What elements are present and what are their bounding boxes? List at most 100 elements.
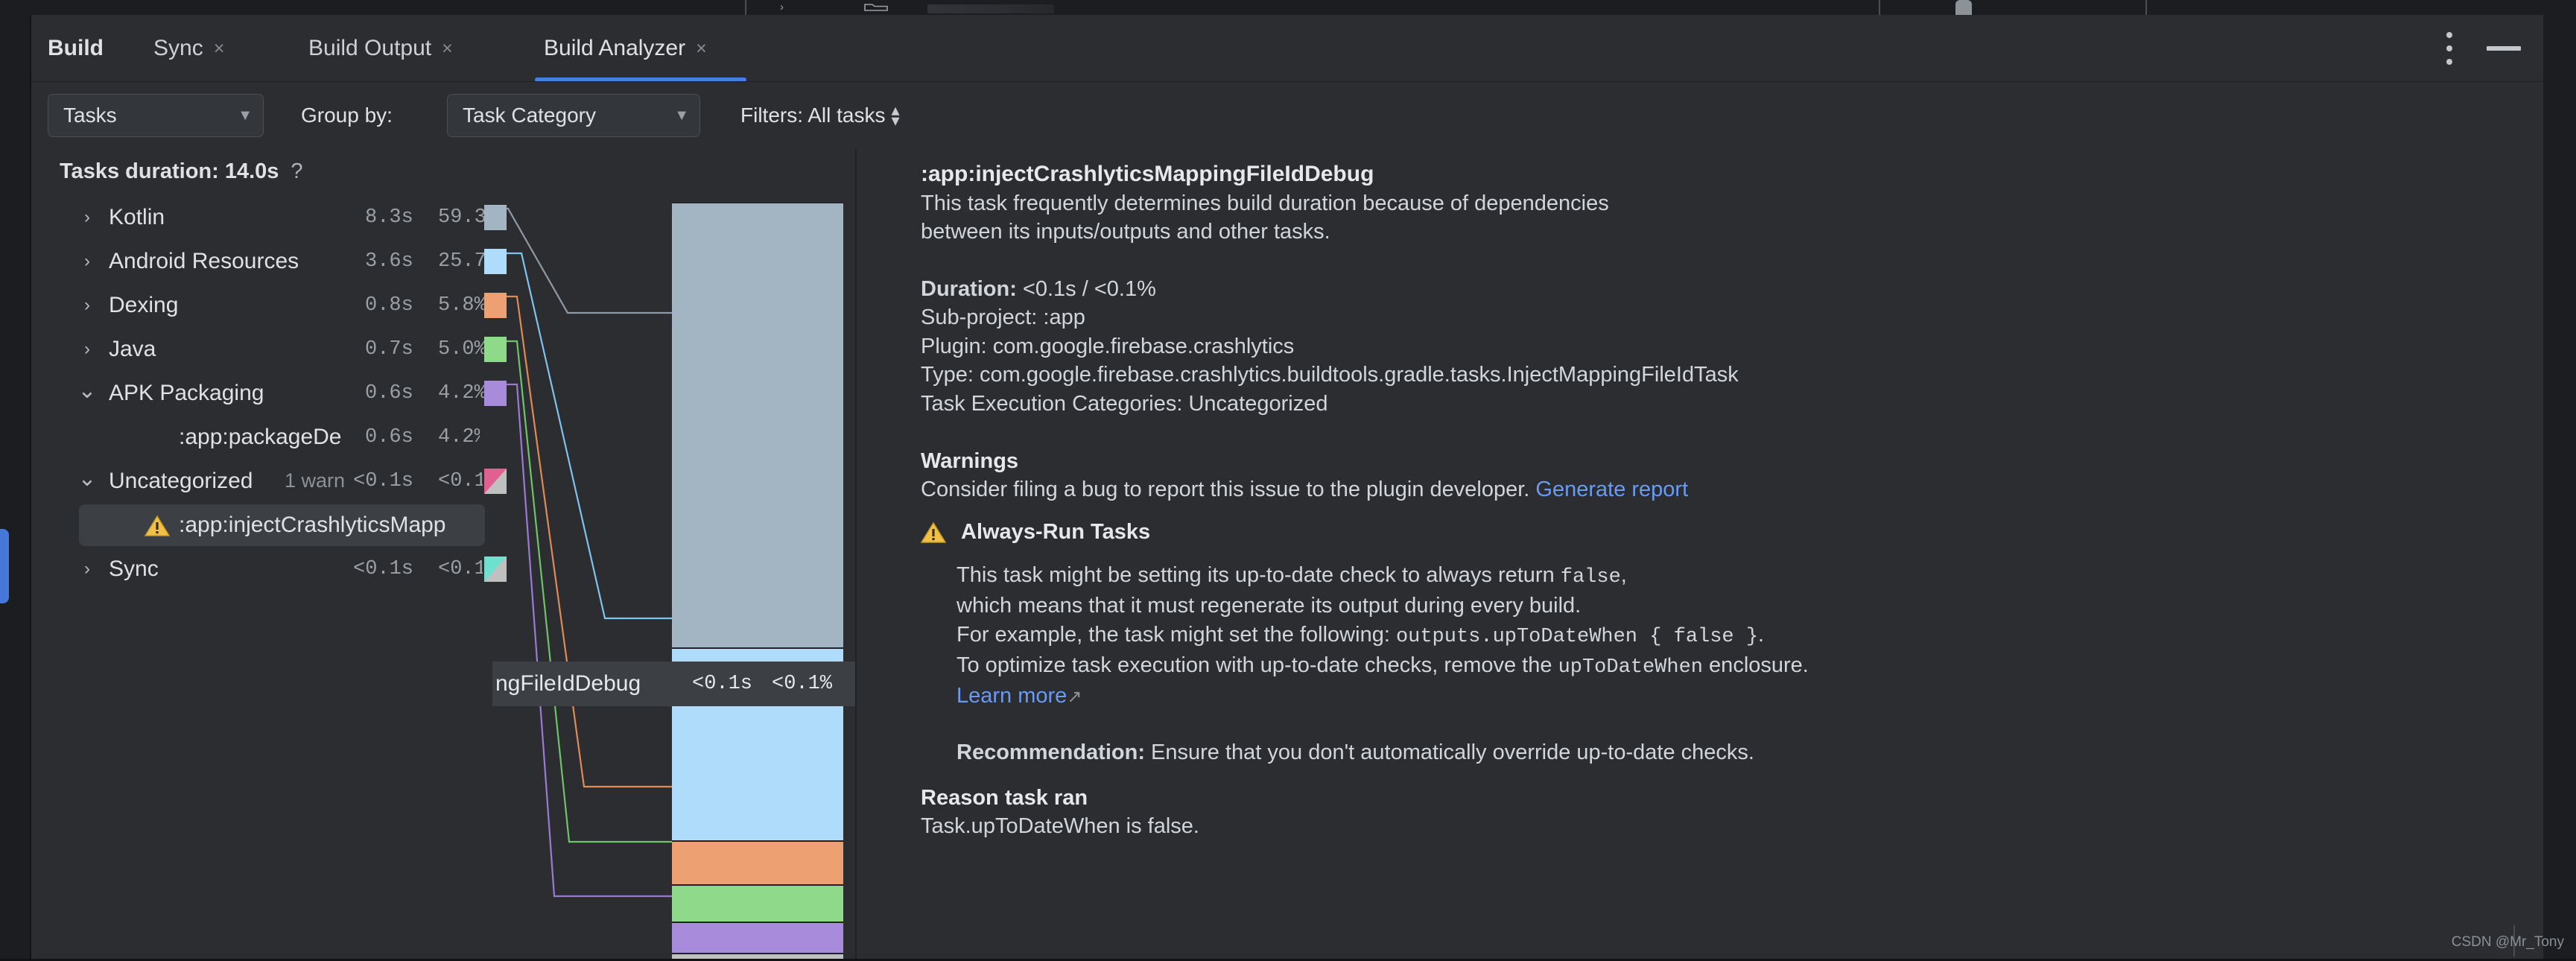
tree-row-sync[interactable]: › Sync <0.1s <0.1% bbox=[31, 547, 855, 591]
filters-dropdown[interactable]: Filters: All tasks ▴ ▾ bbox=[740, 104, 900, 127]
folder-icon bbox=[864, 3, 889, 12]
tree-row-label: Java bbox=[109, 337, 156, 362]
help-icon[interactable]: ? bbox=[291, 159, 302, 184]
tree-row-duration: 3.6s bbox=[365, 250, 413, 273]
warning-body-line3-a: For example, the task might set the foll… bbox=[957, 623, 1396, 647]
chevron-right-icon[interactable]: › bbox=[77, 340, 97, 358]
task-details-panel: :app:injectCrashlyticsMappingFileIdDebug… bbox=[857, 149, 2543, 961]
tab-build[interactable]: Build bbox=[48, 15, 104, 82]
view-select[interactable]: Tasks ▼ bbox=[48, 94, 264, 137]
filters-label: Filters: All tasks bbox=[740, 104, 885, 127]
tree-row-uncategorized[interactable]: ⌄ Uncategorized 1 warn <0.1s <0.1% bbox=[31, 459, 855, 503]
tasks-duration-text: Tasks duration: 14.0s bbox=[60, 159, 279, 184]
reason-task-ran-text: Task.upToDateWhen is false. bbox=[921, 812, 2493, 841]
sort-updown-icon: ▴ ▾ bbox=[891, 105, 899, 125]
minimize-icon[interactable] bbox=[2487, 46, 2521, 51]
tree-row-apk-packaging[interactable]: ⌄ APK Packaging 0.6s 4.2% bbox=[31, 371, 855, 415]
tree-row-inject-crashlytics-mapping[interactable]: :app:injectCrashlyticsMapp bbox=[31, 503, 855, 547]
content-split: Tasks duration: 14.0s ? bbox=[31, 149, 2543, 961]
warning-body-line4-code: upToDateWhen bbox=[1558, 656, 1703, 679]
tree-row-percent: 4.2% bbox=[438, 382, 486, 405]
warning-body-line4: To optimize task execution with up-to-da… bbox=[957, 651, 2493, 682]
always-run-tasks-warning: Always-Run Tasks bbox=[921, 520, 2493, 545]
chevron-down-icon[interactable]: ⌄ bbox=[77, 380, 97, 402]
group-by-label: Group by: bbox=[301, 104, 393, 127]
warning-body-line1-code: false bbox=[1561, 566, 1621, 589]
warnings-text: Consider filing a bug to report this iss… bbox=[921, 478, 1529, 501]
chevron-right-icon: › bbox=[780, 1, 792, 13]
partial-swatch-icon bbox=[484, 556, 507, 582]
build-analyzer-window: › Build Sync × Build Output × bbox=[0, 0, 2576, 961]
tree-row-app-package-debug[interactable]: :app:packageDe 0.6s 4.2% bbox=[31, 415, 855, 459]
chevron-down-icon[interactable]: ⌄ bbox=[77, 468, 97, 490]
tree-row-dexing[interactable]: › Dexing 0.8s 5.8% bbox=[31, 283, 855, 327]
recommendation-label: Recommendation: bbox=[957, 740, 1145, 764]
tree-row-percent: <0.1% bbox=[438, 558, 483, 580]
color-swatch bbox=[484, 293, 507, 318]
tasks-duration-header: Tasks duration: 14.0s ? bbox=[60, 159, 303, 184]
tree-row-kotlin[interactable]: › Kotlin 8.3s 59.3% bbox=[31, 195, 855, 239]
tree-row-duration: 0.6s bbox=[365, 426, 413, 448]
scroll-thumb[interactable] bbox=[1955, 0, 1972, 15]
view-select-value: Tasks bbox=[63, 104, 117, 127]
close-icon[interactable]: × bbox=[214, 39, 225, 58]
bar-segment-dexing bbox=[672, 841, 843, 885]
warning-body-line3-b: . bbox=[1758, 623, 1764, 647]
warning-body-line3: For example, the task might set the foll… bbox=[957, 621, 2493, 651]
toolbar-divider bbox=[745, 0, 746, 15]
watermark: CSDN @Mr_Tony bbox=[2452, 934, 2564, 951]
tab-sync[interactable]: Sync × bbox=[153, 15, 224, 82]
tree-row-label: :app:injectCrashlyticsMapp bbox=[179, 513, 486, 538]
color-swatch bbox=[484, 556, 507, 582]
tree-row-label: Dexing bbox=[109, 293, 178, 318]
detail-categories: Task Execution Categories: Uncategorized bbox=[921, 390, 2493, 419]
learn-more-row: Learn more↗ bbox=[957, 682, 2493, 711]
color-swatch bbox=[484, 205, 507, 230]
chevron-down-icon: ▼ bbox=[655, 108, 689, 123]
tree-row-duration: <0.1s bbox=[353, 470, 413, 492]
tab-build-analyzer[interactable]: Build Analyzer × bbox=[544, 15, 707, 82]
tool-window: Build Sync × Build Output × Build Analyz… bbox=[31, 15, 2543, 961]
chevron-right-icon[interactable]: › bbox=[77, 253, 97, 270]
tree-row-android-resources[interactable]: › Android Resources 3.6s 25.7% bbox=[31, 239, 855, 283]
breadcrumb-ghost bbox=[927, 4, 1054, 13]
close-icon[interactable]: × bbox=[696, 39, 707, 58]
chevron-right-icon[interactable]: › bbox=[77, 296, 97, 314]
warning-body-line1-a: This task might be setting its up-to-dat… bbox=[957, 563, 1561, 587]
editor-toolbar-sliver: › bbox=[0, 0, 2576, 15]
chevron-right-icon[interactable]: › bbox=[77, 209, 97, 226]
warnings-heading: Warnings bbox=[921, 447, 2493, 475]
color-swatch bbox=[484, 469, 507, 494]
left-gutter bbox=[0, 15, 31, 961]
warning-body-line4-a: To optimize task execution with up-to-da… bbox=[957, 653, 1558, 677]
warning-title: Always-Run Tasks bbox=[961, 520, 1150, 545]
detail-summary-line2: between its inputs/outputs and other tas… bbox=[921, 218, 2493, 247]
tab-bar: Build Sync × Build Output × Build Analyz… bbox=[31, 15, 2543, 82]
tree-row-percent: 5.0% bbox=[438, 338, 486, 361]
reason-task-ran-heading: Reason task ran bbox=[921, 784, 2493, 812]
tree-row-java[interactable]: › Java 0.7s 5.0% bbox=[31, 327, 855, 371]
more-options-icon[interactable] bbox=[2446, 32, 2452, 65]
bar-segment-java bbox=[672, 885, 843, 922]
learn-more-link[interactable]: Learn more bbox=[957, 684, 1067, 708]
tree-row-duration: 0.7s bbox=[365, 338, 413, 361]
tab-sync-label: Sync bbox=[153, 36, 203, 61]
task-tooltip: ngFileIdDebug <0.1s <0.1% bbox=[492, 662, 855, 706]
close-icon[interactable]: × bbox=[442, 39, 453, 58]
group-by-select[interactable]: Task Category ▼ bbox=[447, 94, 700, 137]
color-swatch bbox=[484, 249, 507, 274]
tree-row-label: :app:packageDe bbox=[179, 425, 368, 450]
window-actions bbox=[2446, 15, 2521, 82]
recommendation-text: Ensure that you don't automatically over… bbox=[1151, 740, 1754, 764]
analyzer-toolbar: Tasks ▼ Group by: Task Category ▼ Filter… bbox=[31, 82, 2543, 149]
generate-report-link[interactable]: Generate report bbox=[1535, 478, 1688, 501]
chevron-right-icon[interactable]: › bbox=[77, 560, 97, 578]
tab-build-analyzer-label: Build Analyzer bbox=[544, 36, 685, 61]
tree-row-label: APK Packaging bbox=[109, 381, 264, 406]
warning-body: This task might be setting its up-to-dat… bbox=[957, 561, 2493, 767]
tab-build-output[interactable]: Build Output × bbox=[308, 15, 453, 82]
tree-row-percent: 4.2% bbox=[438, 426, 480, 448]
tool-window-indicator[interactable] bbox=[0, 529, 9, 603]
bar-segment-apk-packaging bbox=[672, 922, 843, 954]
warning-body-line3-code: outputs.upToDateWhen { false } bbox=[1396, 626, 1758, 648]
